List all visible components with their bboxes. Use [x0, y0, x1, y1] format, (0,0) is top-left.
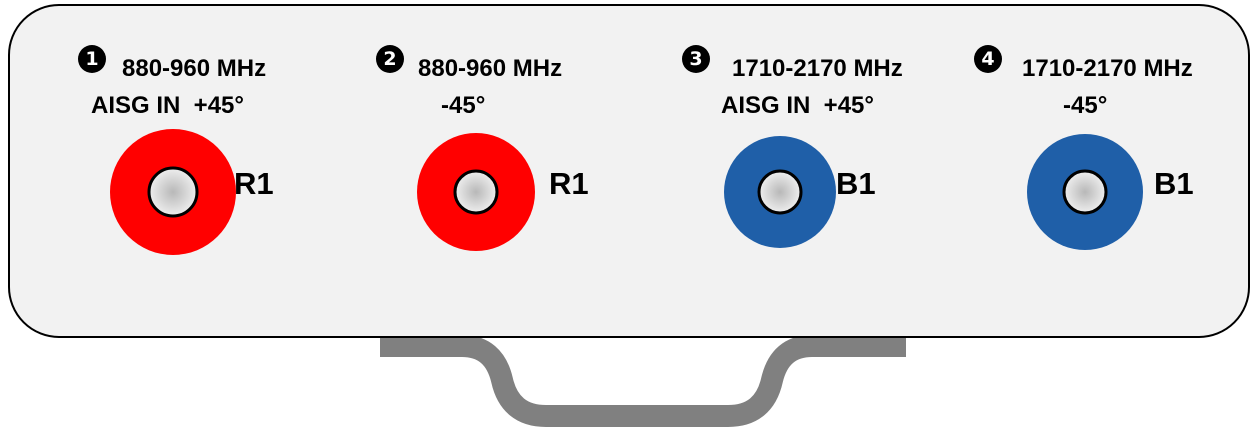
- connector-label: B1: [836, 166, 876, 201]
- connector-label: R1: [234, 166, 274, 201]
- port-polarization-label: -45°: [1063, 92, 1108, 119]
- port-number-badge: 2: [376, 45, 404, 73]
- connector-port-4: [1027, 134, 1143, 250]
- connector-port-2: [417, 133, 535, 251]
- port-number-badge: 4: [974, 45, 1002, 73]
- connector-label: B1: [1154, 166, 1194, 201]
- connector-pin: [147, 166, 199, 218]
- connector-pin: [757, 169, 803, 215]
- connector-label: R1: [549, 166, 589, 201]
- port-band-label: 1710-2170 MHz: [732, 55, 903, 82]
- port-number-badge: 3: [682, 45, 710, 73]
- mounting-handle: [380, 335, 906, 427]
- connector-port-1: [110, 129, 236, 255]
- port-polarization-label: AISG IN +45°: [721, 92, 874, 119]
- port-number-badge: 1: [78, 45, 106, 73]
- port-band-label: 880-960 MHz: [418, 55, 563, 82]
- port-band-label: 1710-2170 MHz: [1022, 55, 1193, 82]
- port-polarization-label: AISG IN +45°: [91, 92, 244, 119]
- connector-pin: [453, 169, 499, 215]
- port-polarization-label: -45°: [441, 92, 486, 119]
- connector-port-3: [724, 136, 836, 248]
- connector-pin: [1062, 169, 1108, 215]
- port-band-label: 880-960 MHz: [122, 55, 267, 82]
